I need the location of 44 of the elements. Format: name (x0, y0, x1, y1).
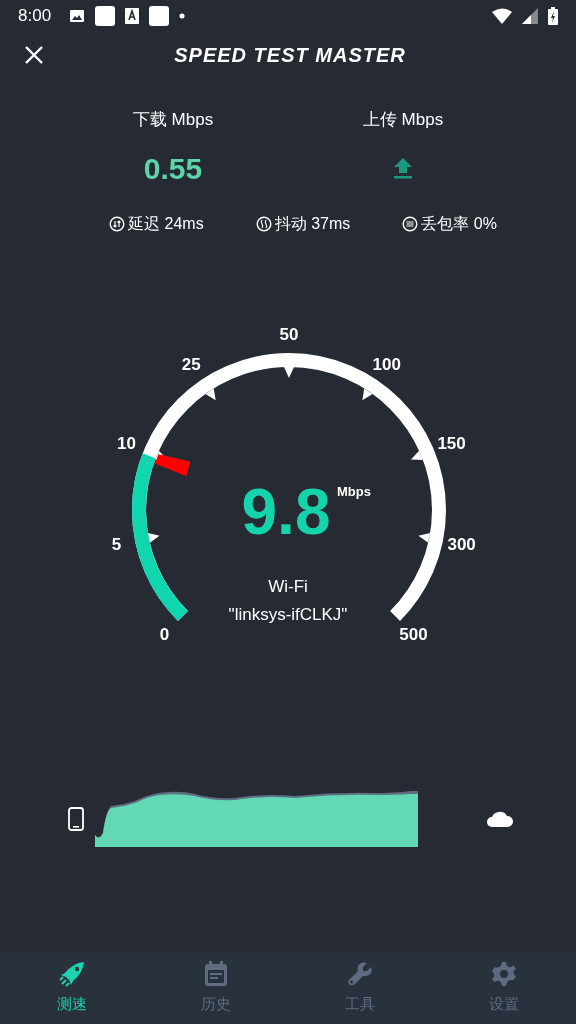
scale-label: 50 (279, 325, 299, 344)
latency-icon (109, 216, 126, 232)
rocket-icon (59, 960, 85, 987)
battery-icon (548, 7, 558, 25)
packet-loss-icon (402, 216, 419, 232)
scale-label: 300 (447, 535, 476, 555)
result-label: 下载 Mbps (132, 109, 214, 131)
download-speed: 0.55 (143, 150, 203, 187)
scale-label: 25 (181, 354, 201, 374)
cloud-icon (487, 811, 513, 827)
upload-icon (393, 157, 413, 179)
speed-reading: 9.8 (241, 476, 331, 548)
nav-tab[interactable]: 历史 (144, 952, 288, 1024)
status-time: 8:00 (18, 5, 52, 28)
scale-label: 10 (116, 433, 136, 453)
calendar-icon (204, 960, 228, 987)
font-icon (125, 8, 140, 24)
scale-label: 500 (399, 625, 428, 645)
metric-label: 延迟 24ms (128, 214, 204, 234)
metric-label: 抖动 37ms (274, 214, 351, 234)
nav-tab[interactable]: 测速 (0, 952, 144, 1024)
dot-icon (179, 13, 186, 19)
scale-label: 150 (437, 433, 466, 453)
close-icon (24, 45, 44, 65)
nav-tab[interactable]: 设置 (432, 952, 576, 1024)
image-icon (69, 8, 86, 24)
speed-unit: Mbps (337, 484, 371, 499)
wrench-icon (347, 960, 373, 987)
network-name: "linksys-ifCLKJ" (228, 605, 348, 624)
connection-type: Wi-Fi (268, 577, 308, 596)
app-icon (95, 6, 116, 26)
metric-label: 丢包率 0% (421, 214, 497, 234)
signal-icon (522, 8, 538, 24)
app-icon (149, 6, 170, 26)
settings-icon (491, 960, 517, 987)
wifi-icon (492, 8, 512, 24)
jitter-icon (255, 216, 272, 232)
scale-label: 5 (111, 535, 122, 555)
scale-label: 0 (159, 625, 170, 645)
app-title: SPEED TEST MASTER (174, 43, 406, 68)
result-label: 上传 Mbps (362, 109, 444, 131)
scale-label: 100 (372, 354, 401, 374)
nav-tab[interactable]: 工具 (288, 952, 432, 1024)
phone-icon (68, 807, 84, 831)
